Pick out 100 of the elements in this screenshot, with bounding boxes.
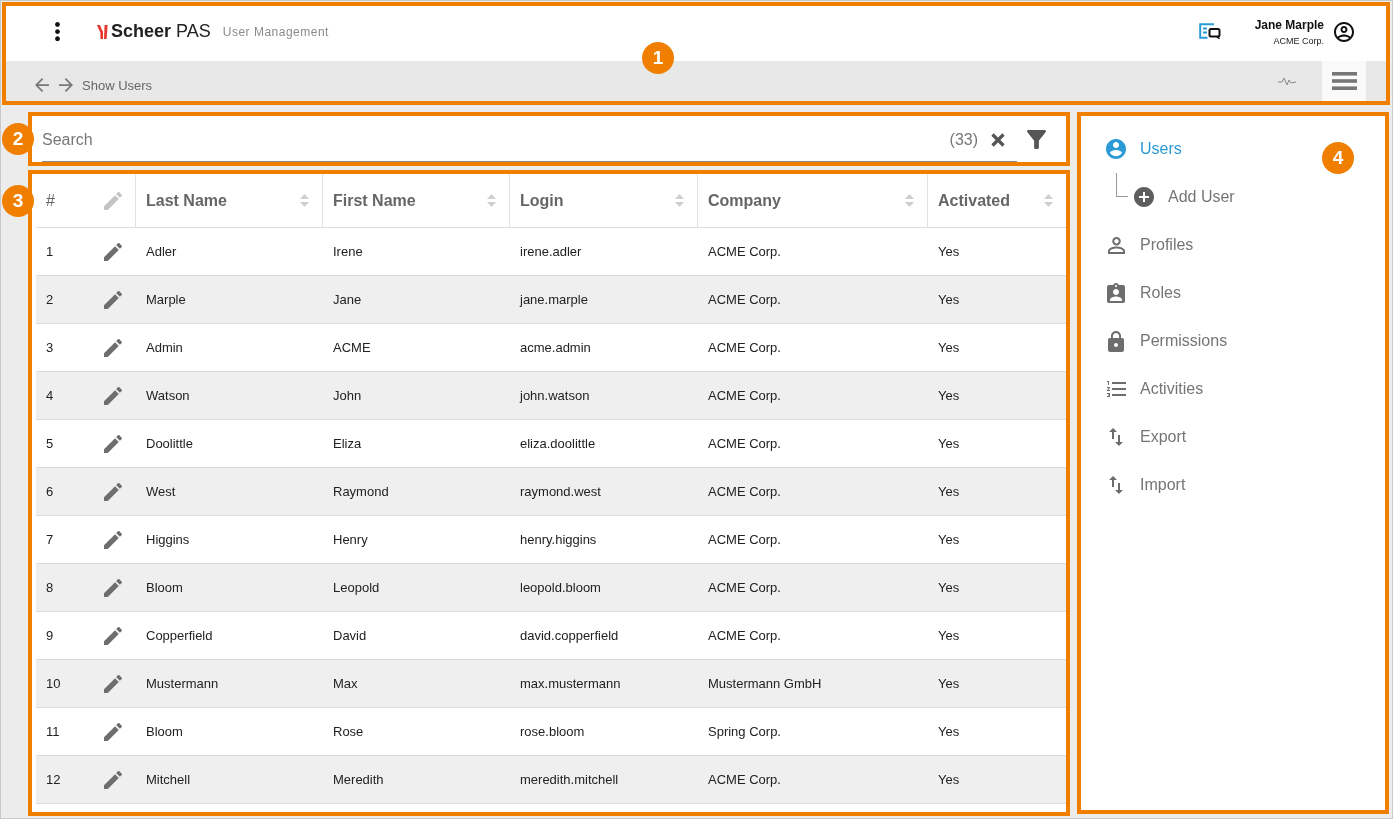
pulse-icon[interactable]: [1278, 77, 1296, 86]
table-cell-text: John: [332, 388, 363, 403]
back-arrow-icon[interactable]: [35, 78, 49, 92]
table-cell-text: Raymond: [332, 484, 390, 499]
nav-item[interactable]: Roles: [1106, 281, 1181, 305]
table-cell-text: Mustermann: [145, 676, 220, 691]
table-cell-text: 12: [45, 772, 62, 787]
table-cell-text: David: [332, 628, 368, 643]
pencil-icon[interactable]: [103, 338, 122, 357]
table-cell-text: ACME Corp.: [707, 628, 782, 643]
filter-icon[interactable]: [1027, 129, 1046, 149]
table-cell-text: 3: [45, 340, 55, 355]
user-company: ACME Corp.: [1273, 36, 1324, 46]
table-cell-text: david.copperfield: [519, 628, 620, 643]
pencil-icon[interactable]: [103, 626, 122, 645]
table-cell-text: Eliza: [332, 436, 363, 451]
table-cell-text: Bloom: [145, 724, 184, 739]
table-cell-text: ACME Corp.: [707, 388, 782, 403]
column-header[interactable]: Login: [509, 174, 697, 227]
table-cell-text: West: [145, 484, 177, 499]
swap-vertical-icon: [1109, 428, 1123, 446]
table-cell-text: Yes: [937, 484, 961, 499]
table-cell-text: Doolittle: [145, 436, 194, 451]
table-cell-text: Yes: [937, 340, 961, 355]
table-cell-text: Admin: [145, 340, 184, 355]
pencil-icon[interactable]: [103, 722, 122, 741]
pencil-icon[interactable]: [103, 770, 122, 789]
close-icon[interactable]: [991, 132, 1005, 147]
lock-icon: [1108, 330, 1124, 352]
table-cell-text: Rose: [332, 724, 365, 739]
forward-arrow-icon[interactable]: [59, 78, 73, 92]
table-cell-text: Max: [332, 676, 359, 691]
table-cell-text: Irene: [332, 244, 364, 259]
nav-item[interactable]: Profiles: [1106, 233, 1194, 257]
table-cell-text: Higgins: [145, 532, 191, 547]
table-cell-text: ACME Corp.: [707, 340, 782, 355]
sort-arrows-icon: [905, 193, 914, 208]
table-cell-text: Mitchell: [145, 772, 192, 787]
column-header[interactable]: First Name: [322, 174, 509, 227]
table-cell-text: 5: [45, 436, 55, 451]
table-cell-text: Yes: [937, 676, 961, 691]
clipboard-person-icon: [1107, 283, 1125, 303]
menu-button[interactable]: [1322, 61, 1366, 101]
message-window-icon[interactable]: [1198, 23, 1221, 39]
table-cell-text: 8: [45, 580, 55, 595]
table-cell-text: Henry: [332, 532, 369, 547]
logo-mark-icon: [97, 24, 108, 39]
table-cell-text: 9: [45, 628, 55, 643]
search-field[interactable]: Search (33): [42, 118, 1017, 162]
nav-item[interactable]: Activities: [1106, 377, 1204, 401]
column-header[interactable]: Activated: [927, 174, 1066, 227]
table-cell-text: ACME Corp.: [707, 484, 782, 499]
pencil-icon[interactable]: [103, 386, 122, 405]
nav-item[interactable]: Export: [1106, 425, 1187, 449]
table-cell-text: Leopold: [332, 580, 381, 595]
table-cell-text: acme.admin: [519, 340, 592, 355]
table-cell-text: 2: [45, 292, 55, 307]
sort-arrows-icon: [300, 193, 309, 208]
pencil-icon[interactable]: [103, 434, 122, 453]
pencil-icon[interactable]: [103, 290, 122, 309]
table-cell-text: ACME Corp.: [707, 532, 782, 547]
table-cell-text: Bloom: [145, 580, 184, 595]
table-cell-text: ACME Corp.: [707, 292, 782, 307]
table-cell-text: Yes: [937, 436, 961, 451]
more-menu-icon[interactable]: [55, 22, 60, 41]
table-cell-text: jane.marple: [518, 292, 589, 307]
pencil-icon[interactable]: [103, 482, 122, 501]
table-cell-text: eliza.doolittle: [519, 436, 597, 451]
table-cell-text: 7: [45, 532, 55, 547]
column-header[interactable]: Company: [697, 174, 927, 227]
table-cell-text: ACME Corp.: [707, 580, 782, 595]
table-cell-text: Mustermann GmbH: [707, 676, 823, 691]
logo-text: Scheer PAS: [111, 21, 211, 42]
tree-line: [1116, 173, 1128, 197]
table-cell-text: irene.adler: [519, 244, 583, 259]
table-cell-text: Marple: [145, 292, 187, 307]
nav-item[interactable]: Permissions: [1106, 329, 1228, 353]
pencil-icon[interactable]: [103, 530, 122, 549]
pencil-icon[interactable]: [103, 242, 122, 261]
nav-item[interactable]: Add User: [1134, 185, 1235, 209]
table-cell-text: max.mustermann: [519, 676, 622, 691]
table-cell-text: meredith.mitchell: [519, 772, 620, 787]
table-cell-text: Meredith: [332, 772, 385, 787]
table-cell-text: ACME Corp.: [707, 436, 782, 451]
table-cell-text: ACME: [332, 340, 372, 355]
pencil-icon[interactable]: [103, 674, 122, 693]
callout-badge: 4: [1322, 142, 1354, 174]
search-input[interactable]: Search: [42, 127, 950, 152]
table-cell-text: Adler: [145, 244, 178, 259]
pencil-icon[interactable]: [103, 578, 122, 597]
table-cell-text: leopold.bloom: [519, 580, 602, 595]
table-cell-text: ACME Corp.: [707, 772, 782, 787]
nav-item[interactable]: Import: [1106, 473, 1186, 497]
column-header[interactable]: Last Name: [135, 174, 322, 227]
table-cell-text: rose.bloom: [519, 724, 586, 739]
nav-item[interactable]: Users: [1106, 137, 1182, 161]
table-cell-text: 1: [45, 244, 55, 259]
table-cell-text: Yes: [937, 580, 961, 595]
table-cell-text: 11: [45, 724, 61, 739]
person-outline-icon: [1107, 236, 1125, 254]
